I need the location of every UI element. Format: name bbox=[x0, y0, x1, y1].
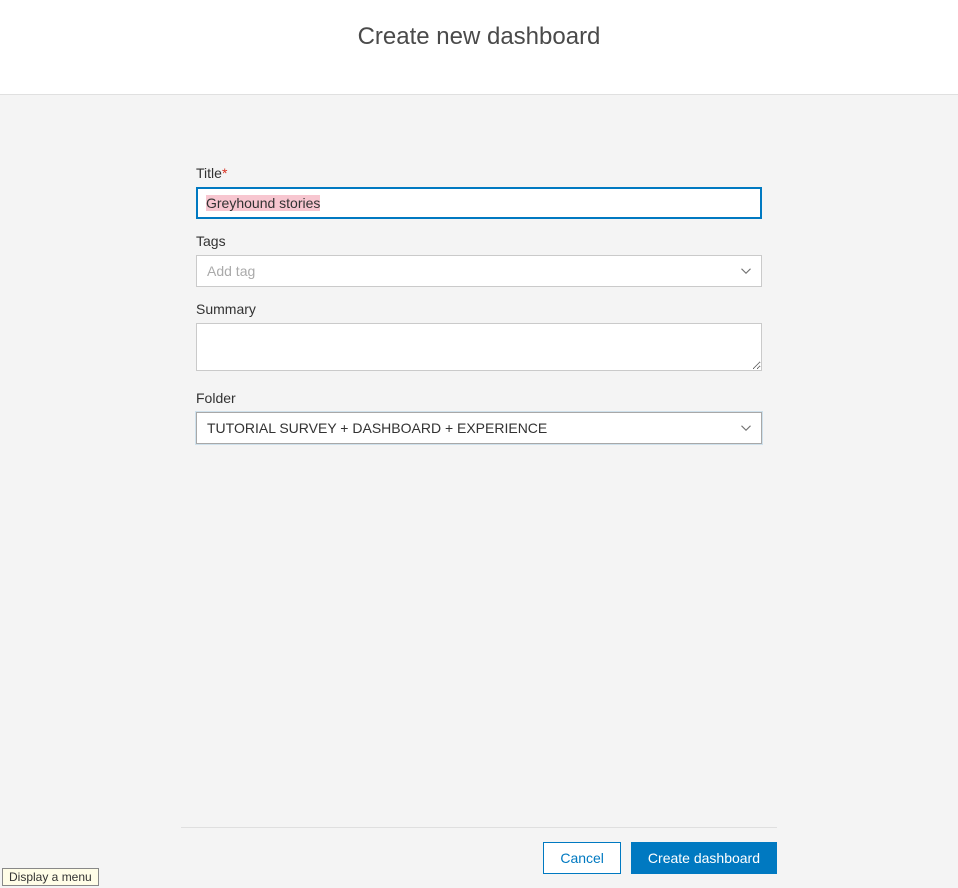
tags-field: Tags Add tag bbox=[196, 233, 762, 287]
cancel-button[interactable]: Cancel bbox=[543, 842, 621, 874]
tags-select-wrapper: Add tag bbox=[196, 255, 762, 287]
tags-input[interactable]: Add tag bbox=[196, 255, 762, 287]
title-label-text: Title bbox=[196, 165, 222, 181]
summary-textarea[interactable] bbox=[196, 323, 762, 371]
page-title: Create new dashboard bbox=[358, 23, 601, 51]
dialog-header: Create new dashboard bbox=[0, 0, 958, 95]
summary-field: Summary bbox=[196, 301, 762, 376]
folder-select-wrapper: TUTORIAL SURVEY + DASHBOARD + EXPERIENCE bbox=[196, 412, 762, 444]
title-input-value: Greyhound stories bbox=[206, 195, 320, 211]
tags-placeholder: Add tag bbox=[207, 263, 255, 279]
folder-selected-value: TUTORIAL SURVEY + DASHBOARD + EXPERIENCE bbox=[207, 420, 547, 436]
footer-button-bar: Cancel Create dashboard bbox=[181, 827, 777, 888]
folder-select[interactable]: TUTORIAL SURVEY + DASHBOARD + EXPERIENCE bbox=[196, 412, 762, 444]
create-dashboard-button[interactable]: Create dashboard bbox=[631, 842, 777, 874]
required-marker: * bbox=[222, 165, 227, 181]
tags-label: Tags bbox=[196, 233, 762, 249]
title-input[interactable]: Greyhound stories bbox=[196, 187, 762, 219]
folder-field: Folder TUTORIAL SURVEY + DASHBOARD + EXP… bbox=[196, 390, 762, 444]
dialog-footer: Cancel Create dashboard bbox=[0, 827, 958, 888]
folder-label: Folder bbox=[196, 390, 762, 406]
title-field: Title* Greyhound stories bbox=[196, 165, 762, 219]
summary-label: Summary bbox=[196, 301, 762, 317]
form-container: Title* Greyhound stories Tags Add tag Su… bbox=[196, 165, 762, 444]
title-label: Title* bbox=[196, 165, 762, 181]
tooltip: Display a menu bbox=[2, 868, 99, 886]
chevron-down-icon bbox=[740, 265, 752, 277]
chevron-down-icon bbox=[740, 422, 752, 434]
